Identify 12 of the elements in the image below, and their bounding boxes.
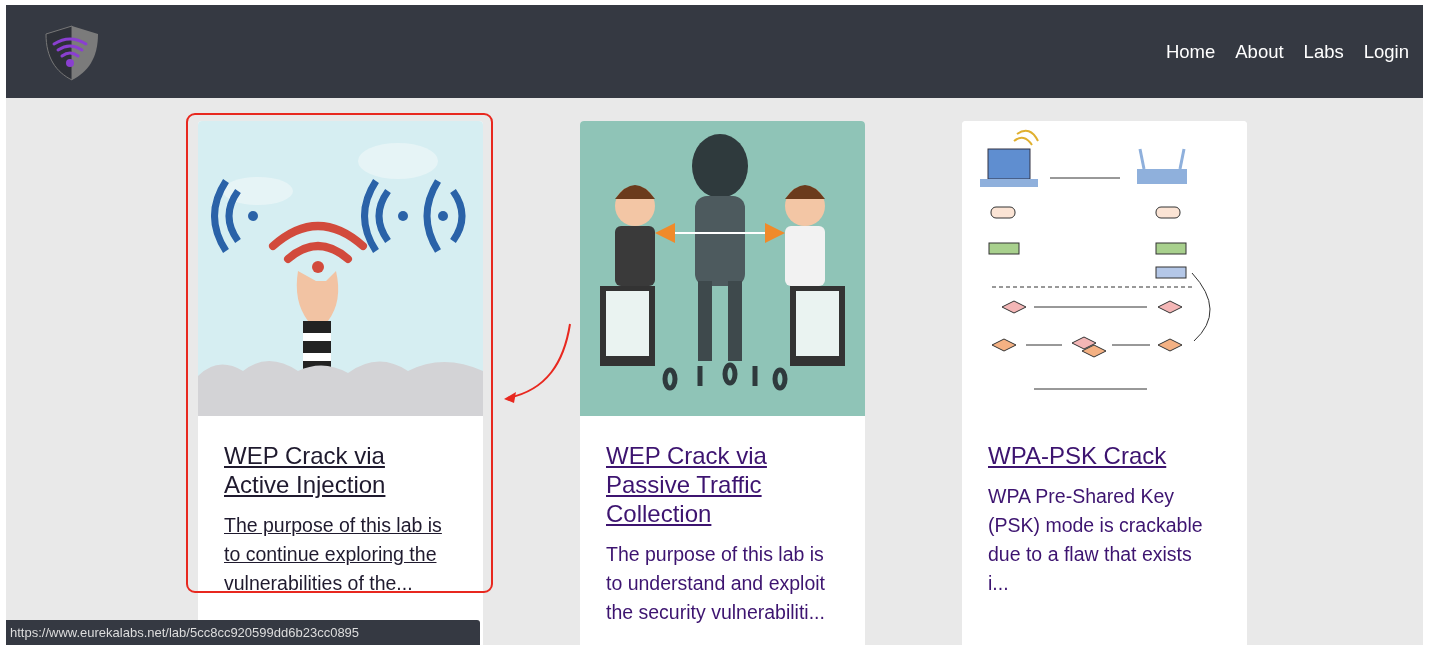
status-url: https://www.eurekalabs.net/lab/5cc8cc920599dd6b23cc0895: [6, 619, 480, 645]
lab-title[interactable]: WPA-PSK Crack: [988, 441, 1211, 470]
nav-link[interactable]: Login: [1363, 37, 1409, 66]
lab-title[interactable]: WEP Crack via Passive Traffic Collection: [606, 441, 829, 528]
nav-link[interactable]: About: [1235, 37, 1284, 66]
lab-description: WPA Pre-Shared Key (PSK) mode is crackable due to a flaw that exists i...: [988, 484, 1204, 596]
lab-description: The purpose of this lab is to continue exploring the vulnerabilities of the...: [224, 513, 443, 596]
nav-link[interactable]: Labs: [1303, 37, 1344, 66]
nav-link[interactable]: Home: [1165, 37, 1216, 66]
lab-card[interactable]: WEP Crack via Passive Traffic Collection The purpose of this lab is to understand and exploit the security vulnerabiliti...: [580, 121, 865, 645]
lab-description: The purpose of this lab is to understand and exploit the security vulnerabiliti...: [606, 542, 826, 625]
lab-title[interactable]: WEP Crack via Active Injection: [224, 441, 447, 499]
